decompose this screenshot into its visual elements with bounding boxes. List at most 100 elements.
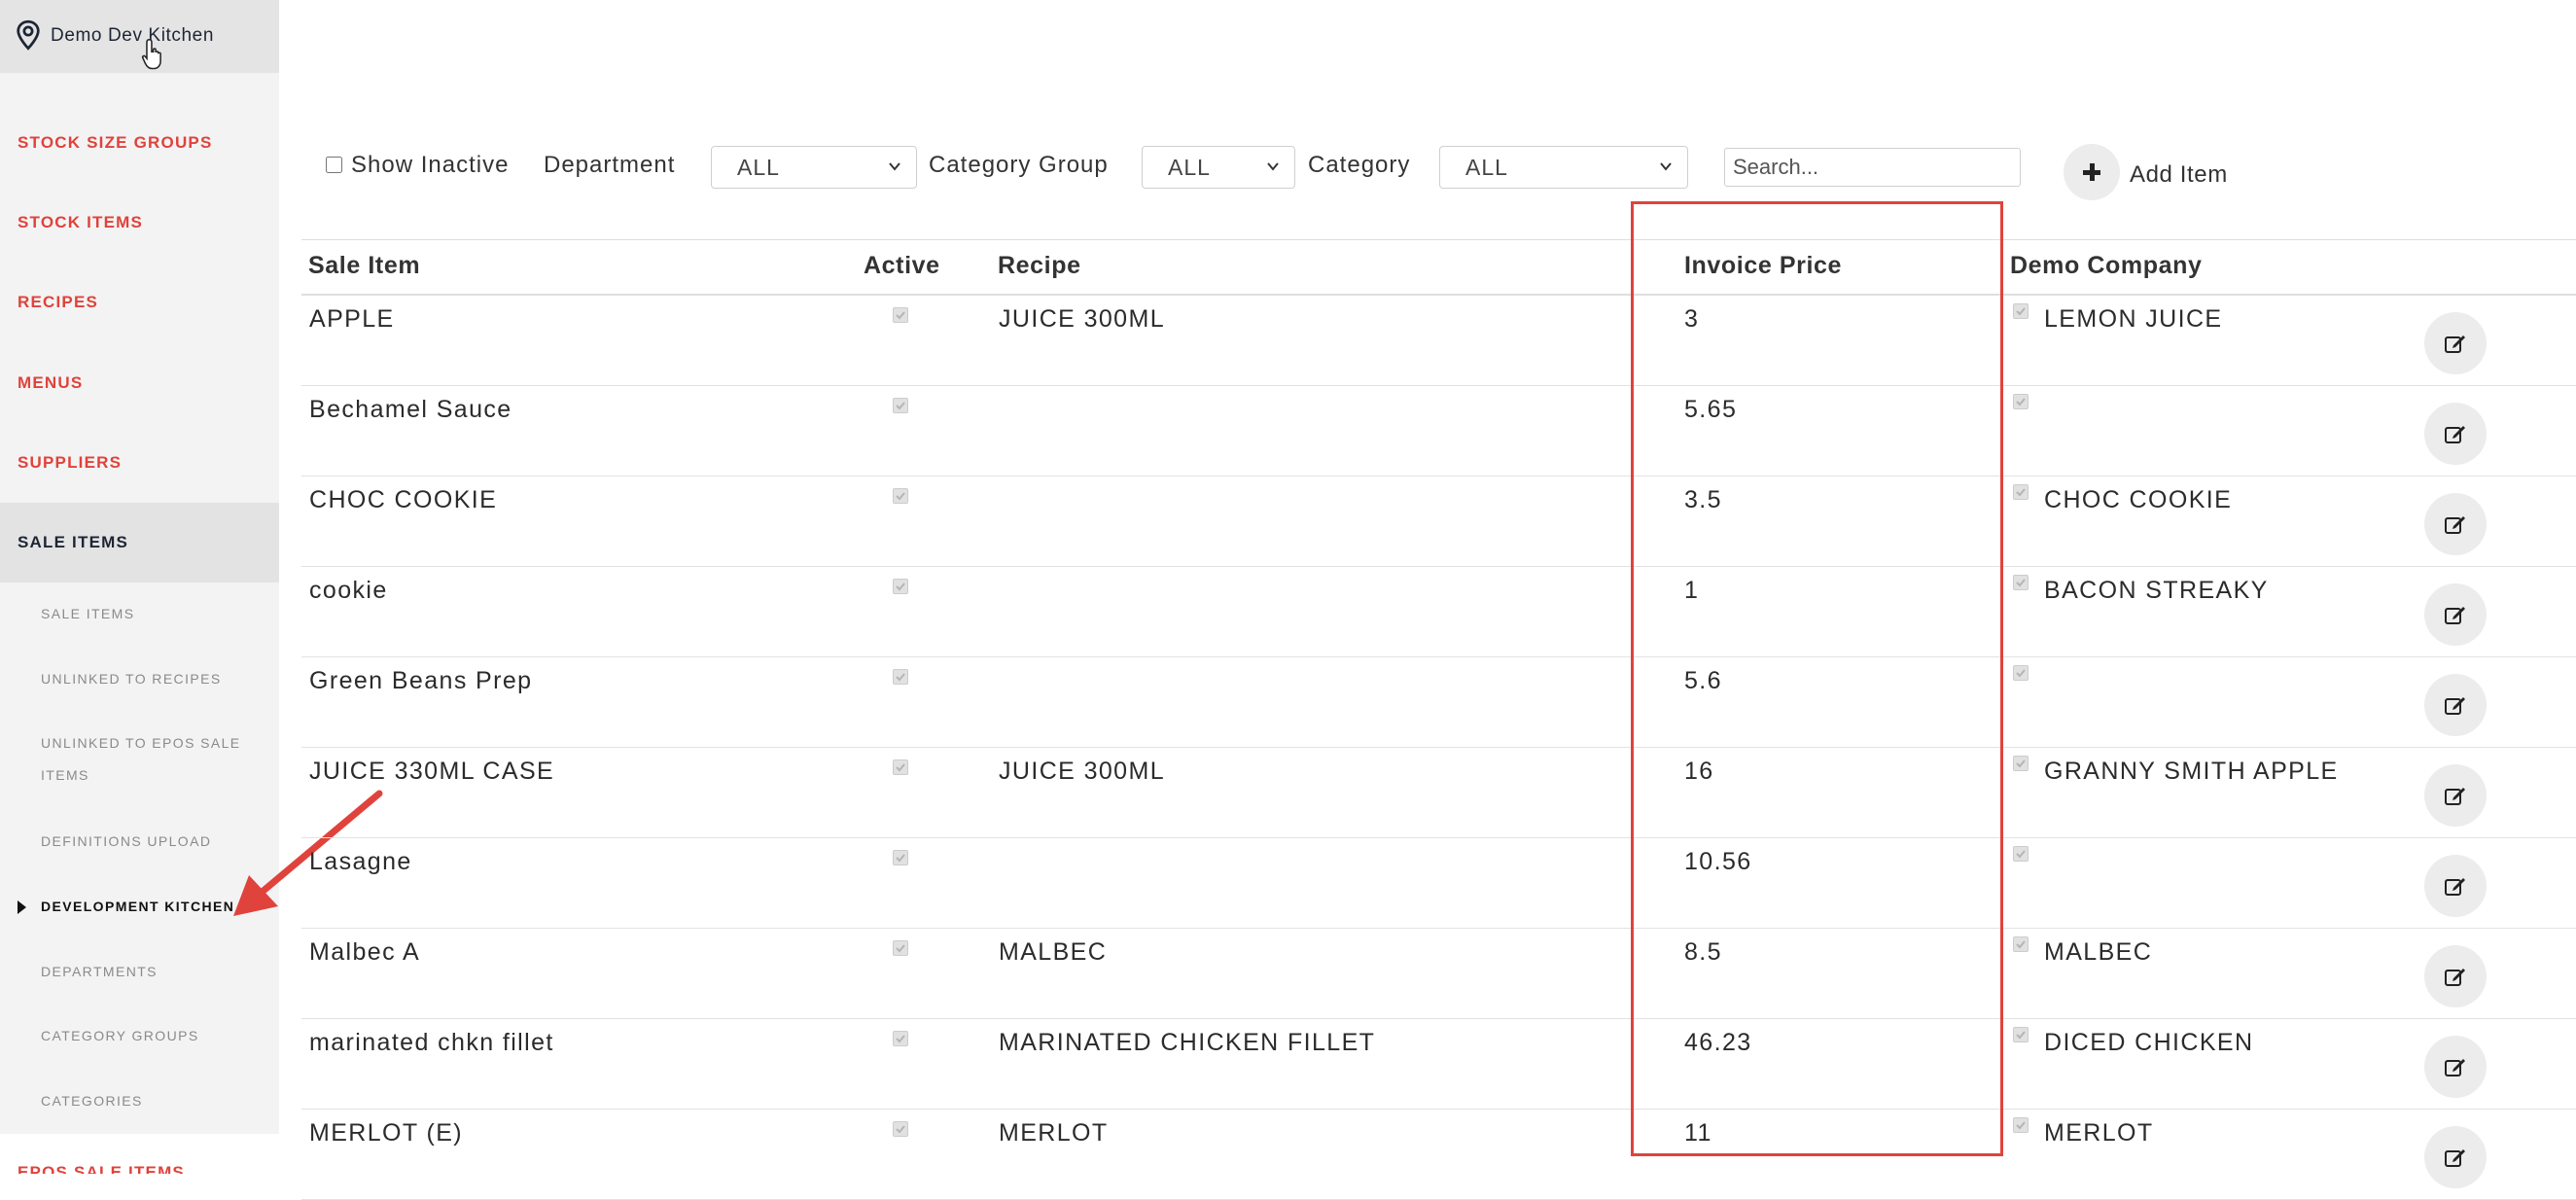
department-select[interactable]: ALL xyxy=(711,146,917,189)
company-checkbox[interactable] xyxy=(2013,1117,2029,1133)
company-checkbox[interactable] xyxy=(2013,303,2029,319)
table-row: APPLE JUICE 300ML 3 LEMON JUICE xyxy=(301,295,2576,386)
company-checkbox[interactable] xyxy=(2013,484,2029,500)
edit-button[interactable] xyxy=(2424,855,2487,917)
company-checkbox[interactable] xyxy=(2013,575,2029,590)
table-row: MERLOT (E) MERLOT 11 MERLOT xyxy=(301,1109,2576,1200)
edit-button[interactable] xyxy=(2424,403,2487,465)
location-name: Demo Dev Kitchen xyxy=(51,25,215,46)
invoice-price: 16 xyxy=(1684,758,1714,785)
header-active[interactable]: Active xyxy=(864,252,940,280)
invoice-price: 11 xyxy=(1684,1119,1712,1147)
category-select[interactable]: ALL xyxy=(1439,146,1688,189)
table-row: Bechamel Sauce 5.65 xyxy=(301,385,2576,476)
active-checkbox[interactable] xyxy=(893,398,908,413)
subnav-development-kitchen[interactable]: DEVELOPMENT KITCHEN xyxy=(0,891,279,923)
category-group-label: Category Group xyxy=(929,152,1109,178)
subnav-label: DEVELOPMENT KITCHEN xyxy=(41,899,235,914)
sale-item-name: Lasagne xyxy=(309,848,412,875)
nav-label: SUPPLIERS xyxy=(18,453,123,472)
subnav-label: UNLINKED TO RECIPES xyxy=(41,671,222,687)
nav-label: SALE ITEMS xyxy=(18,533,129,551)
invoice-price: 46.23 xyxy=(1684,1029,1752,1056)
invoice-price: 3.5 xyxy=(1684,486,1722,513)
active-checkbox[interactable] xyxy=(893,940,908,956)
company-checkbox[interactable] xyxy=(2013,665,2029,681)
category-group-value: ALL xyxy=(1168,154,1211,180)
header-invoice-price[interactable]: Invoice Price xyxy=(1684,252,1842,280)
subnav-category-groups[interactable]: CATEGORY GROUPS xyxy=(0,1020,279,1052)
nav-label: MENUS xyxy=(18,373,84,392)
company-checkbox[interactable] xyxy=(2013,394,2029,409)
active-checkbox[interactable] xyxy=(893,1031,908,1046)
recipe-name: JUICE 300ML xyxy=(999,305,1166,333)
recipe-name: MALBEC xyxy=(999,938,1108,966)
table-row: marinated chkn fillet MARINATED CHICKEN F… xyxy=(301,1018,2576,1110)
show-inactive-checkbox[interactable] xyxy=(326,157,342,173)
nav-label: STOCK ITEMS xyxy=(18,213,144,231)
sale-item-name: marinated chkn fillet xyxy=(309,1029,554,1056)
subnav-categories[interactable]: CATEGORIES xyxy=(0,1085,279,1117)
edit-button[interactable] xyxy=(2424,1036,2487,1098)
hand-cursor-icon xyxy=(141,39,161,70)
category-group-select[interactable]: ALL xyxy=(1142,146,1295,189)
edit-button[interactable] xyxy=(2424,945,2487,1007)
company-item: MERLOT xyxy=(2044,1119,2154,1147)
header-recipe[interactable]: Recipe xyxy=(998,252,1081,280)
edit-button[interactable] xyxy=(2424,764,2487,827)
nav-suppliers[interactable]: SUPPLIERS xyxy=(0,423,279,503)
edit-button[interactable] xyxy=(2424,583,2487,646)
category-label: Category xyxy=(1308,152,1411,178)
header-sale-item[interactable]: Sale Item xyxy=(308,252,420,280)
active-checkbox[interactable] xyxy=(893,850,908,865)
nav-stock-items[interactable]: STOCK ITEMS xyxy=(0,183,279,263)
company-item: CHOC COOKIE xyxy=(2044,486,2233,513)
sale-item-name: cookie xyxy=(309,577,388,604)
edit-button[interactable] xyxy=(2424,1126,2487,1188)
active-checkbox[interactable] xyxy=(893,488,908,504)
subnav-unlinked-to-epos-sale-items[interactable]: UNLINKED TO EPOS SALE ITEMS xyxy=(0,727,279,792)
sale-item-name: JUICE 330ML CASE xyxy=(309,758,555,785)
company-checkbox[interactable] xyxy=(2013,936,2029,952)
subnav-sale-items[interactable]: SALE ITEMS xyxy=(0,598,279,630)
company-checkbox[interactable] xyxy=(2013,1027,2029,1042)
invoice-price: 10.56 xyxy=(1684,848,1752,875)
header-demo-company[interactable]: Demo Company xyxy=(2010,252,2203,280)
active-checkbox[interactable] xyxy=(893,307,908,323)
nav-stock-size-groups[interactable]: STOCK SIZE GROUPS xyxy=(0,103,279,183)
table-row: JUICE 330ML CASE JUICE 300ML 16 GRANNY SMIT… xyxy=(301,747,2576,838)
search-input[interactable] xyxy=(1724,148,2021,187)
table-row: CHOC COOKIE 3.5 CHOC COOKIE xyxy=(301,476,2576,567)
nav-epos-sale-items[interactable]: EPOS SALE ITEMS xyxy=(0,1134,279,1174)
edit-button[interactable] xyxy=(2424,493,2487,555)
company-item: GRANNY SMITH APPLE xyxy=(2044,758,2339,785)
company-checkbox[interactable] xyxy=(2013,756,2029,771)
nav-sale-items[interactable]: SALE ITEMS xyxy=(0,503,279,582)
location-pin-icon xyxy=(17,19,40,51)
active-checkbox[interactable] xyxy=(893,759,908,775)
company-item: DICED CHICKEN xyxy=(2044,1029,2254,1056)
active-checkbox[interactable] xyxy=(893,669,908,685)
recipe-name: JUICE 300ML xyxy=(999,758,1166,785)
sidebar: Demo Dev Kitchen STOCK SIZE GROUPS STOCK… xyxy=(0,0,279,1174)
subnav-definitions-upload[interactable]: DEFINITIONS UPLOAD xyxy=(0,826,279,858)
active-checkbox[interactable] xyxy=(893,1121,908,1137)
sale-item-name: Green Beans Prep xyxy=(309,667,533,694)
sale-item-name: Malbec A xyxy=(309,938,421,966)
table-row: cookie 1 BACON STREAKY xyxy=(301,566,2576,657)
edit-button[interactable] xyxy=(2424,312,2487,374)
edit-button[interactable] xyxy=(2424,674,2487,736)
subnav-unlinked-to-recipes[interactable]: UNLINKED TO RECIPES xyxy=(0,663,279,695)
add-item-button[interactable]: Add Item xyxy=(2064,144,2258,202)
nav-menus[interactable]: MENUS xyxy=(0,343,279,423)
table-row: Lasagne 10.56 xyxy=(301,837,2576,929)
location-selector[interactable]: Demo Dev Kitchen xyxy=(0,0,279,73)
invoice-price: 8.5 xyxy=(1684,938,1722,966)
subnav-label: CATEGORY GROUPS xyxy=(41,1028,199,1043)
subnav-departments[interactable]: DEPARTMENTS xyxy=(0,956,279,988)
active-checkbox[interactable] xyxy=(893,579,908,594)
plus-icon xyxy=(2064,144,2120,200)
nav-label: RECIPES xyxy=(18,293,99,311)
company-checkbox[interactable] xyxy=(2013,846,2029,862)
nav-recipes[interactable]: RECIPES xyxy=(0,263,279,342)
